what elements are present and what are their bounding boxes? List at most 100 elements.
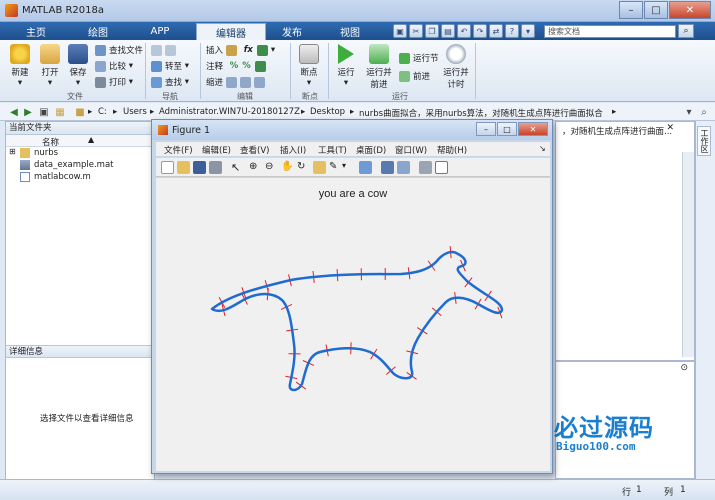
breakpoints-button[interactable]: 断点 ▾ bbox=[295, 44, 323, 88]
find-files-button[interactable]: 查找文件 bbox=[95, 44, 143, 56]
row-value: 1 bbox=[636, 485, 642, 495]
breadcrumb-desktop[interactable]: Desktop bbox=[310, 107, 345, 117]
list-item[interactable]: matlabcow.m bbox=[6, 171, 154, 183]
expand-icon[interactable]: ⊞ bbox=[9, 147, 16, 156]
list-item[interactable]: ⊞ nurbs bbox=[6, 147, 154, 159]
breadcrumb-folder[interactable]: nurbs曲面拟合，采用nurbs算法，对随机生成点阵进行曲面拟合 bbox=[359, 107, 603, 119]
advance-button[interactable]: 前进 bbox=[399, 70, 430, 82]
undo-icon[interactable]: ↶ bbox=[457, 24, 471, 38]
rotate-3d-icon[interactable]: ↻ bbox=[297, 161, 310, 174]
run-section-icon bbox=[399, 52, 410, 64]
print-figure-icon[interactable] bbox=[209, 161, 222, 174]
figure-maximize-button[interactable]: □ bbox=[497, 122, 517, 136]
redo-icon[interactable]: ↷ bbox=[473, 24, 487, 38]
menu-file[interactable]: 文件(F) bbox=[164, 144, 193, 156]
search-input[interactable]: 搜索文档 bbox=[544, 25, 676, 38]
menu-window[interactable]: 窗口(W) bbox=[395, 144, 427, 156]
address-dropdown-icon[interactable]: ▾ bbox=[683, 106, 695, 118]
new-figure-icon[interactable] bbox=[161, 161, 174, 174]
switch-windows-icon[interactable]: ⇄ bbox=[489, 24, 503, 38]
run-advance-icon bbox=[369, 44, 389, 64]
menu-view[interactable]: 查看(V) bbox=[240, 144, 269, 156]
back-arrow-icon[interactable]: ◀ bbox=[8, 106, 20, 118]
link-plot-icon[interactable] bbox=[359, 161, 372, 174]
workspace-tab[interactable]: 工作区 bbox=[697, 126, 711, 156]
tab-publish[interactable]: 发布 bbox=[266, 23, 318, 40]
editor-close-icon[interactable]: ✕ bbox=[666, 123, 674, 133]
open-button[interactable]: 打开 ▾ bbox=[36, 44, 64, 88]
brush-dropdown-icon[interactable]: ▾ bbox=[342, 161, 355, 174]
search-icon[interactable]: ⌕ bbox=[678, 24, 694, 38]
menu-edit[interactable]: 编辑(E) bbox=[202, 144, 231, 156]
group-run-label: 运行 bbox=[392, 92, 408, 101]
editor-scrollbar[interactable] bbox=[682, 152, 694, 357]
run-and-advance-button[interactable]: 运行并 前进 bbox=[364, 44, 394, 90]
figure-title-bar[interactable]: Figure 1 – □ ✕ bbox=[152, 120, 552, 140]
list-item[interactable]: data_example.mat bbox=[6, 159, 154, 171]
row-label: 行 bbox=[622, 488, 632, 498]
show-tools-icon[interactable] bbox=[435, 161, 448, 174]
find-button[interactable]: 查找 ▾ bbox=[151, 76, 189, 88]
run-section-button[interactable]: 运行节 bbox=[399, 52, 439, 64]
decrease-indent-icon bbox=[253, 76, 265, 88]
matlab-figure-icon bbox=[158, 125, 168, 135]
up-folder-icon[interactable]: ▣ bbox=[38, 106, 50, 118]
ribbon-editor: 新建 ▾ 打开 ▾ 保存 ▾ 查找文件 比较 ▾ 打印 ▾ 文件 转至 ▾ 查找 ▾ … bbox=[0, 40, 715, 102]
help-icon[interactable]: ? bbox=[505, 24, 519, 38]
menu-insert[interactable]: 插入(I) bbox=[280, 144, 306, 156]
matlab-logo-icon bbox=[5, 4, 18, 17]
zoom-in-icon[interactable]: ⊕ bbox=[249, 161, 262, 174]
tab-editor[interactable]: 编辑器 bbox=[196, 23, 266, 40]
new-button[interactable]: 新建 ▾ bbox=[6, 44, 34, 88]
maximize-button[interactable]: □ bbox=[644, 1, 668, 19]
comment-button[interactable]: 注释 %% bbox=[206, 60, 269, 72]
pan-hand-icon[interactable]: ✋ bbox=[281, 161, 294, 174]
run-and-time-button[interactable]: 运行并 计时 bbox=[441, 44, 471, 90]
open-file-icon[interactable] bbox=[177, 161, 190, 174]
zoom-out-icon[interactable]: ⊖ bbox=[265, 161, 278, 174]
figure-close-button[interactable]: ✕ bbox=[518, 122, 548, 136]
dock-arrow-icon[interactable]: ↘ bbox=[539, 144, 546, 153]
breadcrumb-user[interactable]: Administrator.WIN7U-20180127Z bbox=[159, 107, 300, 117]
dropdown-icon[interactable]: ▾ bbox=[521, 24, 535, 38]
floppy-icon bbox=[68, 44, 88, 64]
figure-minimize-button[interactable]: – bbox=[476, 122, 496, 136]
data-cursor-icon[interactable] bbox=[313, 161, 326, 174]
tab-plots[interactable]: 绘图 bbox=[72, 23, 124, 40]
column-header-name[interactable]: 名称 ▲ bbox=[6, 135, 154, 148]
tab-apps[interactable]: APP bbox=[134, 23, 186, 40]
goto-button[interactable]: 转至 ▾ bbox=[151, 60, 189, 72]
copy-icon[interactable]: ❐ bbox=[425, 24, 439, 38]
colorbar-icon[interactable] bbox=[381, 161, 394, 174]
run-button[interactable]: 运行 ▾ bbox=[332, 44, 360, 88]
tab-view[interactable]: 视图 bbox=[324, 23, 376, 40]
hide-tools-icon[interactable] bbox=[419, 161, 432, 174]
insert-section-icon bbox=[225, 44, 237, 56]
menu-help[interactable]: 帮助(H) bbox=[437, 144, 467, 156]
paste-icon[interactable]: ▤ bbox=[441, 24, 455, 38]
indent-button[interactable]: 缩进 bbox=[206, 76, 268, 88]
menu-desktop[interactable]: 桌面(D) bbox=[356, 144, 386, 156]
breadcrumb-users[interactable]: Users bbox=[123, 107, 147, 117]
browse-folder-icon[interactable]: ▦ bbox=[54, 106, 66, 118]
forward-arrow-icon[interactable]: ▶ bbox=[22, 106, 34, 118]
menu-tools[interactable]: 工具(T) bbox=[318, 144, 347, 156]
nav-arrows[interactable] bbox=[151, 44, 179, 56]
cut-icon[interactable]: ✂ bbox=[409, 24, 423, 38]
legend-icon[interactable] bbox=[397, 161, 410, 174]
save-figure-icon[interactable] bbox=[193, 161, 206, 174]
panel-menu-icon[interactable]: ⊙ bbox=[680, 363, 688, 373]
tab-home[interactable]: 主页 bbox=[10, 23, 62, 40]
save-button[interactable]: 保存 ▾ bbox=[64, 44, 92, 88]
breadcrumb-drive[interactable]: C: bbox=[98, 107, 107, 117]
insert-button[interactable]: 插入 fx ▾ bbox=[206, 44, 275, 56]
compare-button[interactable]: 比较 ▾ bbox=[95, 60, 133, 72]
breakpoint-icon bbox=[299, 44, 319, 64]
print-button[interactable]: 打印 ▾ bbox=[95, 76, 133, 88]
save-icon[interactable]: ▣ bbox=[393, 24, 407, 38]
search-folder-icon[interactable]: ⌕ bbox=[698, 106, 710, 118]
brush-icon[interactable]: ✎ bbox=[329, 161, 342, 174]
minimize-button[interactable]: – bbox=[619, 1, 643, 19]
arrow-pointer-icon[interactable]: ↖ bbox=[231, 161, 244, 174]
close-button[interactable]: ✕ bbox=[669, 1, 711, 19]
